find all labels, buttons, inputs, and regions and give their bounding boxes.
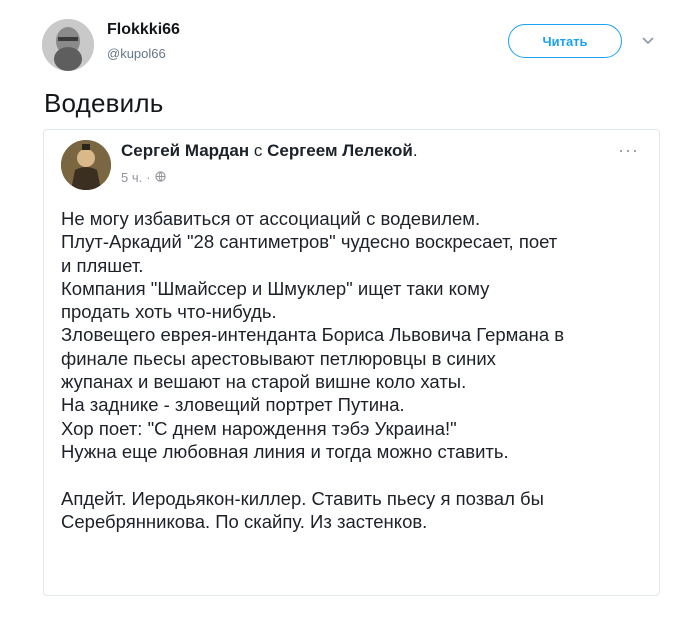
user-handle[interactable]: @kupol66 — [107, 46, 166, 61]
with-word: с — [253, 141, 263, 160]
post-author-name[interactable]: Сергей Мардан — [121, 141, 249, 160]
post-time[interactable]: 5 ч. — [121, 170, 142, 185]
tweet-text: Водевиль — [44, 88, 164, 118]
post-line: Компания "Шмайссер и Шмуклер" ищет таки … — [61, 277, 490, 299]
post-line: Не могу избавиться от ассоциаций с водев… — [61, 208, 481, 229]
post-body: Не могу избавиться от ассоциаций с водев… — [61, 207, 651, 533]
post-line: Плут-Аркадий "28 сантиметров" чудесно во… — [61, 231, 558, 253]
globe-icon — [154, 170, 166, 185]
post-line: и пляшет. — [61, 254, 144, 276]
post-line: Апдейт. Иеродьякон-киллер. Ставить пьесу… — [61, 487, 544, 509]
post-line: финале пьесы арестовывают петлюровцы в с… — [61, 347, 496, 369]
tagged-person[interactable]: Сергеем Лелекой — [267, 141, 413, 160]
post-line: Нужна еще любовная линия и тогда можно с… — [61, 440, 509, 462]
post-line: На заднике - зловещий портрет Путина. — [61, 394, 405, 416]
post-author-avatar[interactable] — [61, 140, 111, 190]
post-line: жупанах и вешают на старой вишне коло ха… — [61, 371, 467, 393]
more-options-icon[interactable]: ··· — [618, 140, 639, 161]
chevron-down-icon[interactable] — [640, 32, 656, 48]
display-name[interactable]: Flokkki66 — [107, 21, 180, 39]
post-line: продать хоть что-нибудь. — [61, 301, 277, 323]
post-line: Серебрянникова. По скайпу. Из застенков. — [61, 510, 428, 532]
follow-button[interactable]: Читать — [508, 24, 622, 58]
post-line: Зловещего еврея-интенданта Бориса Львови… — [61, 324, 565, 346]
post-author-line: Сергей Мардан с Сергеем Лелекой. — [121, 141, 418, 160]
follow-button-label: Читать — [542, 33, 588, 49]
user-avatar[interactable] — [42, 19, 94, 71]
post-meta: 5 ч. · — [121, 170, 166, 185]
post-line: Хор поет: "С днем нарождення тэбэ Украин… — [61, 417, 457, 439]
